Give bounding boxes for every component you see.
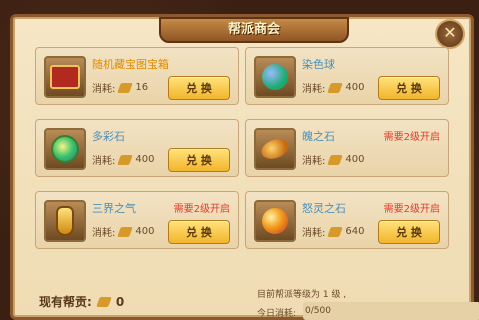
coin-icon [117, 226, 134, 237]
cost-value: 400 [345, 154, 365, 165]
cost-label: 消耗: [302, 156, 326, 167]
item-name: 怒灵之石 [302, 202, 346, 215]
close-icon[interactable]: ✕ [435, 19, 465, 49]
exchange-button[interactable]: 兑 换 [378, 220, 440, 244]
item-cost: 消耗: 400 [92, 152, 154, 167]
item-name: 随机藏宝图宝箱 [92, 58, 169, 71]
coin-icon [327, 82, 344, 93]
exchange-button[interactable]: 兑 换 [168, 76, 230, 100]
cost-label: 消耗: [302, 228, 326, 239]
item-name: 三界之气 [92, 202, 136, 215]
item-card-soul-stone: 魄之石 需要2级开启 消耗: 400 [245, 119, 449, 177]
today-consumption-value: 0/500 [303, 302, 479, 320]
item-name: 魄之石 [302, 130, 335, 143]
cost-value: 16 [135, 82, 149, 93]
exchange-button[interactable]: 兑 换 [168, 148, 230, 172]
cost-value: 640 [345, 226, 365, 237]
cost-value: 400 [345, 82, 365, 93]
level-requirement: 需要2级开启 [383, 132, 440, 143]
cost-value: 400 [135, 226, 155, 237]
item-card-colorful-stone: 多彩石 消耗: 400 兑 换 [35, 119, 239, 177]
item-cost: 消耗: 400 [302, 152, 364, 167]
dye-ball-icon [254, 56, 296, 98]
page-title: 帮派商会 [159, 17, 349, 43]
cost-label: 消耗: [92, 156, 116, 167]
cost-label: 消耗: [92, 84, 116, 95]
cost-label: 消耗: [302, 84, 326, 95]
coin-icon [327, 154, 344, 165]
item-name: 染色球 [302, 58, 335, 71]
colorful-stone-icon [44, 128, 86, 170]
level-requirement: 需要2级开启 [383, 204, 440, 215]
cost-value: 400 [135, 154, 155, 165]
contribution-label: 现有帮贡: [39, 295, 92, 309]
contribution-value: 0 [115, 294, 125, 309]
item-name: 多彩石 [92, 130, 125, 143]
item-cost: 消耗: 640 [302, 224, 364, 239]
level-requirement: 需要2级开启 [173, 204, 230, 215]
item-card-dye-ball: 染色球 消耗: 400 兑 换 [245, 47, 449, 105]
coin-icon [117, 154, 134, 165]
guild-level-text: 目前帮派等级为 1 级 , [257, 290, 347, 300]
treasure-chest-icon [44, 56, 86, 98]
exchange-button[interactable]: 兑 换 [168, 220, 230, 244]
today-consumption-label: 今日消耗: [257, 309, 297, 319]
item-cost: 消耗: 400 [302, 80, 364, 95]
coin-icon [327, 226, 344, 237]
item-card-fury-spirit-stone: 怒灵之石 需要2级开启 消耗: 640 兑 换 [245, 191, 449, 249]
gourd-icon [44, 200, 86, 242]
item-cost: 消耗: 400 [92, 224, 154, 239]
exchange-button[interactable]: 兑 换 [378, 76, 440, 100]
soul-stone-icon [254, 128, 296, 170]
item-card-three-realms-qi: 三界之气 需要2级开启 消耗: 400 兑 换 [35, 191, 239, 249]
item-card-random-treasure-chest: 随机藏宝图宝箱 消耗: 16 兑 换 [35, 47, 239, 105]
contribution-display: 现有帮贡: 0 [39, 293, 124, 310]
guild-shop-panel: 帮派商会 ✕ 随机藏宝图宝箱 消耗: 16 兑 换 染色球 消耗: 400 兑 … [10, 14, 479, 320]
coin-icon [95, 296, 112, 307]
item-cost: 消耗: 16 [92, 80, 148, 95]
fury-stone-icon [254, 200, 296, 242]
coin-icon [117, 82, 134, 93]
cost-label: 消耗: [92, 228, 116, 239]
